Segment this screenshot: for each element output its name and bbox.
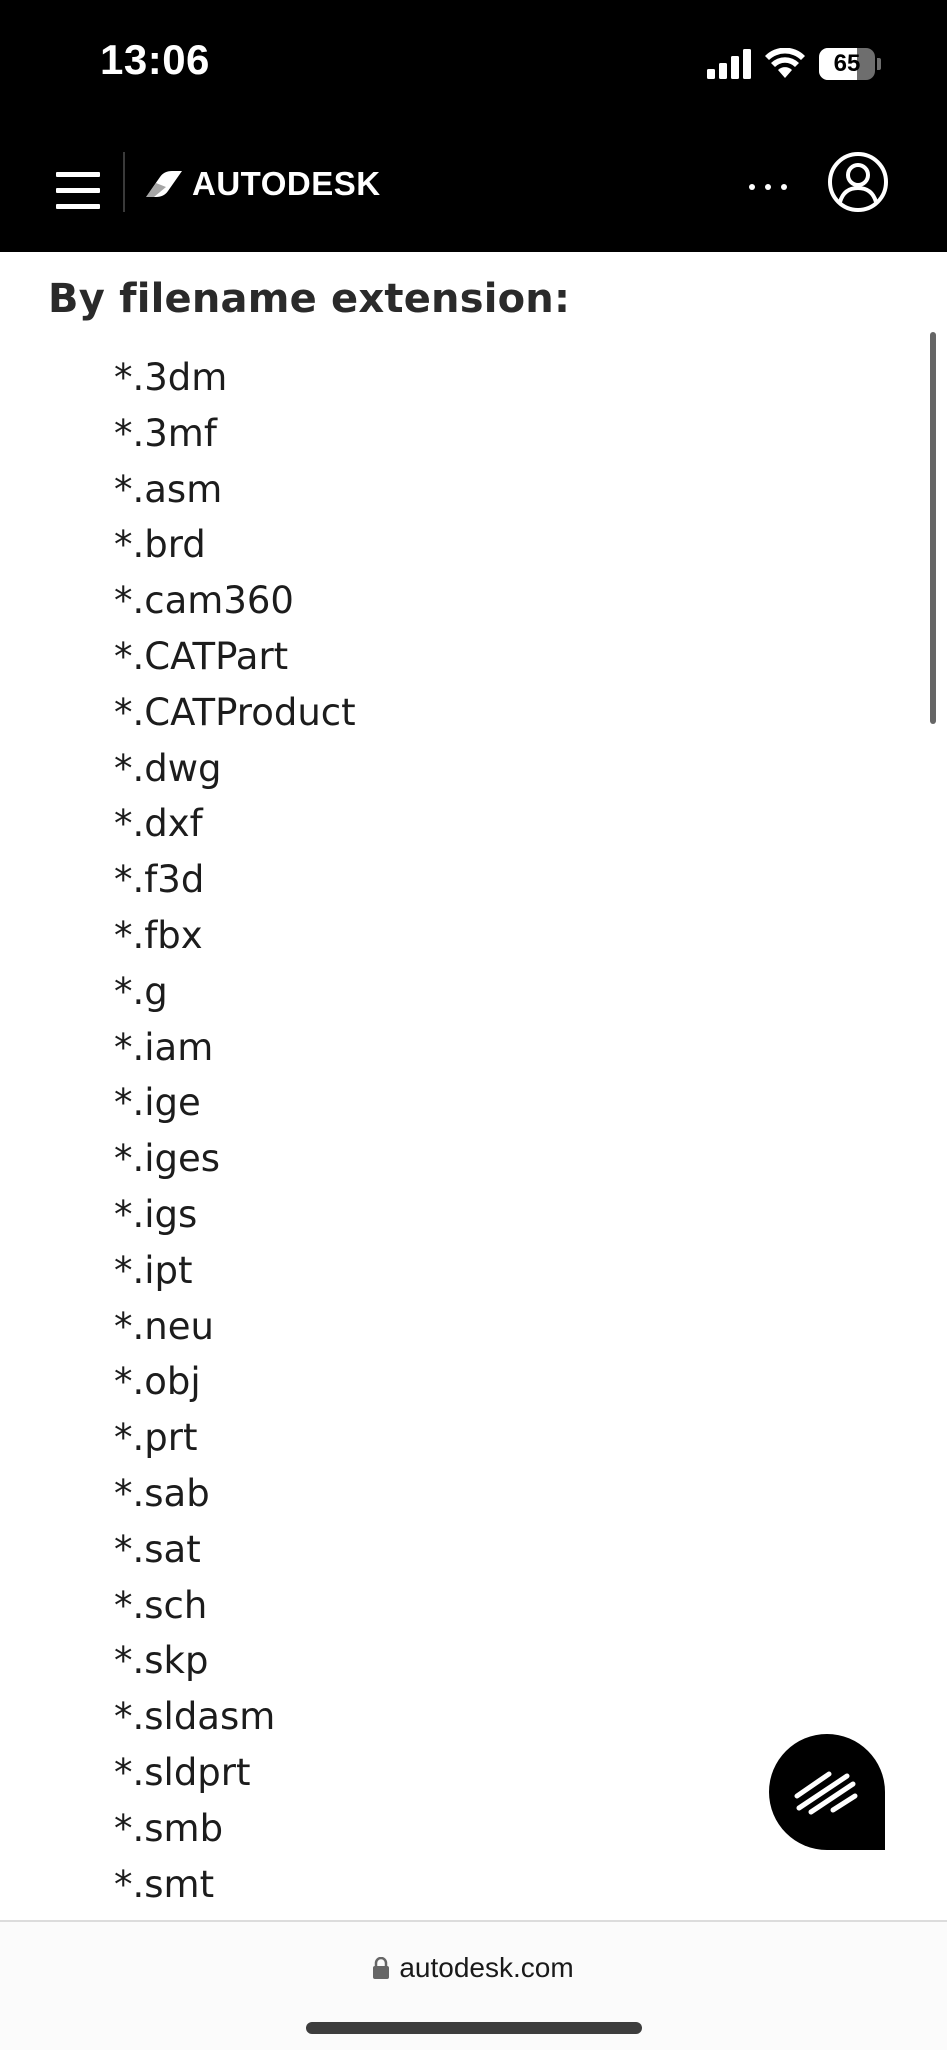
extension-item: *.igs	[114, 1192, 198, 1236]
autodesk-logo-icon	[146, 171, 182, 197]
extension-item: *.sat	[114, 1527, 201, 1571]
extension-item: *.cam360	[114, 579, 294, 623]
status-bar: 13:06 65	[0, 0, 947, 128]
extension-item: *.neu	[114, 1304, 214, 1348]
status-time: 13:06	[100, 36, 210, 83]
browser-url-bar[interactable]: autodesk.com	[0, 1920, 947, 2050]
extension-item: *.dwg	[114, 746, 222, 790]
extension-item: *.smt	[114, 1862, 215, 1906]
extension-item: *.iam	[114, 1025, 214, 1069]
extension-item: *.skp	[114, 1639, 209, 1683]
main-content: By filename extension: *.3dm *.3mf *.asm *.…	[0, 252, 947, 1920]
home-indicator[interactable]	[306, 2022, 642, 2034]
account-button[interactable]	[826, 150, 890, 214]
autodesk-logo-link[interactable]: AUTODESK	[146, 164, 381, 204]
extension-item: *.sab	[114, 1471, 210, 1515]
page-scrollbar[interactable]	[930, 332, 936, 724]
more-horizontal-icon	[749, 184, 755, 190]
extension-item: *.obj	[114, 1360, 201, 1404]
wifi-icon	[765, 48, 805, 78]
cellular-signal-icon	[707, 49, 751, 79]
hamburger-menu-icon	[56, 172, 100, 177]
extension-item: *.3mf	[114, 411, 217, 455]
hamburger-menu-button[interactable]	[56, 158, 102, 222]
lock-icon	[373, 1957, 390, 1979]
more-options-button[interactable]	[740, 168, 800, 208]
chat-assistant-icon	[794, 1771, 858, 1815]
extension-item: *.f3d	[114, 858, 205, 902]
extension-item: *.dxf	[114, 802, 203, 846]
extension-item: *.prt	[114, 1416, 198, 1460]
nav-divider	[123, 152, 125, 212]
extension-item: *.sldprt	[114, 1750, 251, 1794]
extension-item: *.ipt	[114, 1248, 193, 1292]
url-text: autodesk.com	[399, 1952, 574, 1983]
battery-level: 65	[833, 50, 861, 77]
extension-item: *.sldasm	[114, 1695, 276, 1739]
brand-name: AUTODESK	[192, 165, 381, 202]
extension-item: *.fbx	[114, 913, 203, 957]
battery-icon: 65	[819, 48, 881, 80]
extension-item: *.3dm	[114, 356, 228, 399]
account-icon	[828, 152, 888, 212]
extension-list: *.3dm *.3mf *.asm *.brd *.cam360 *.CATPart *.C…	[114, 350, 356, 1912]
section-title: By filename extension:	[48, 276, 571, 322]
extension-item: *.iges	[114, 1137, 221, 1181]
extension-item: *.sch	[114, 1583, 208, 1627]
status-icons: 65	[707, 44, 881, 84]
extension-item: *.CATProduct	[114, 690, 356, 734]
site-header: AUTODESK	[0, 128, 947, 252]
extension-item: *.ige	[114, 1081, 201, 1125]
extension-item: *.brd	[114, 523, 206, 567]
extension-item: *.smb	[114, 1806, 224, 1850]
extension-item: *.g	[114, 969, 168, 1013]
url-display[interactable]: autodesk.com	[0, 1952, 947, 1984]
extension-item: *.asm	[114, 467, 223, 511]
extension-item: *.CATPart	[114, 634, 289, 678]
chat-assistant-button[interactable]	[769, 1734, 885, 1850]
